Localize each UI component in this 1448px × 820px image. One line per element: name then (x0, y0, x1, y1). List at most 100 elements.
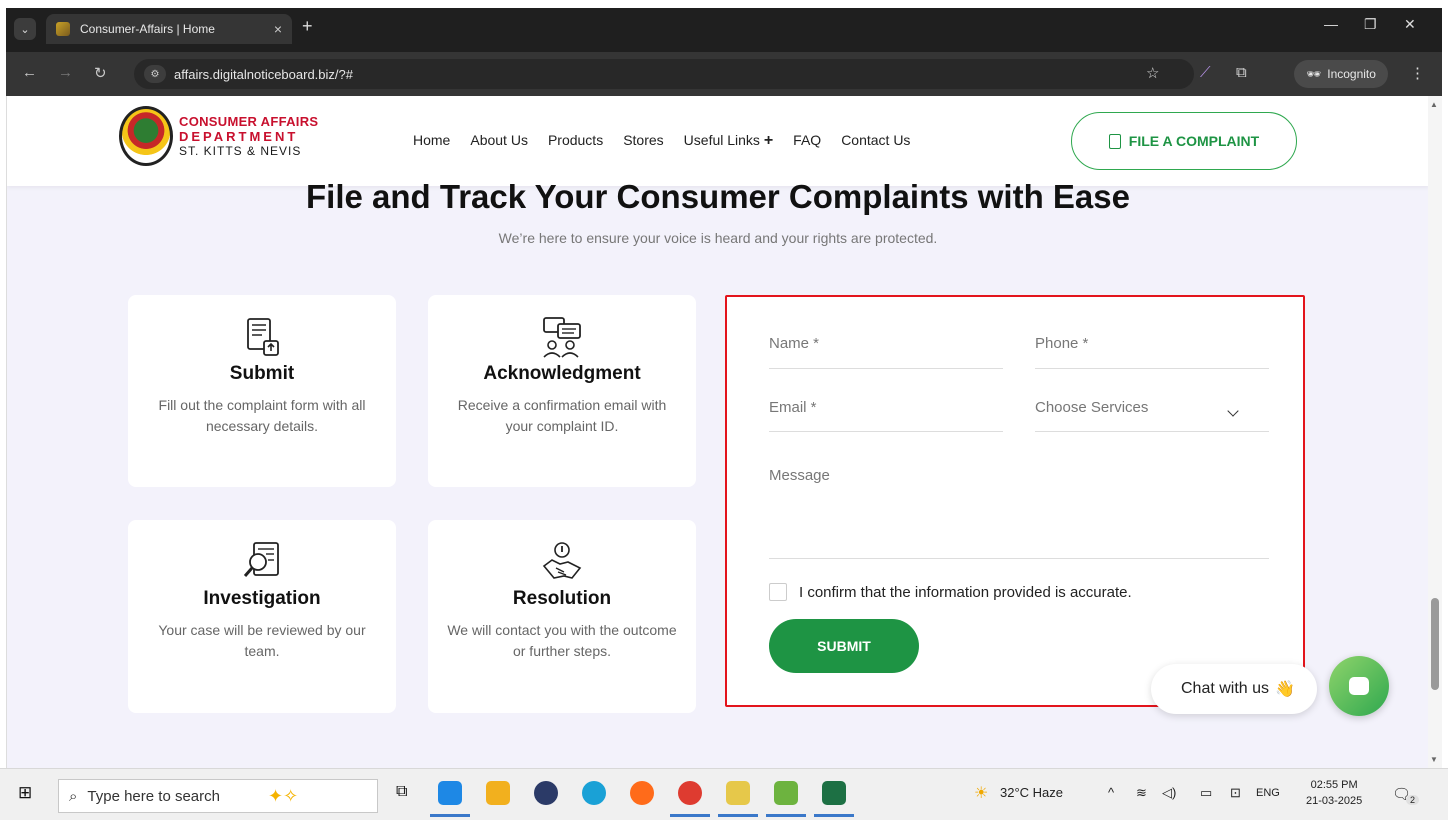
step-card-submit: Submit Fill out the complaint form with … (128, 295, 396, 487)
windows-taskbar: ⊞ ⌕ Type here to search ✦✧ ⧉ ☀ 32°C Haze… (0, 768, 1448, 820)
services-select[interactable]: Choose Services (1035, 399, 1269, 432)
nav-products[interactable]: Products (548, 132, 603, 150)
minimize-icon[interactable]: — (1324, 16, 1338, 32)
app-running-indicator (814, 814, 854, 817)
site-favicon-icon (56, 22, 70, 36)
sparkle-icon: ✦✧ (267, 785, 299, 806)
tab-close-icon[interactable]: × (274, 21, 282, 37)
chat-launcher-button[interactable] (1329, 656, 1389, 716)
chat-label: Chat with us (1181, 680, 1270, 697)
email-field[interactable]: Email * (769, 399, 1003, 432)
file-complaint-label: FILE A COMPLAINT (1128, 133, 1260, 149)
paint-app-icon[interactable] (726, 781, 750, 805)
chevron-down-icon (1227, 405, 1239, 417)
browser-toolbar: ← → ↻ ⚙ affairs.digitalnoticeboard.biz/?… (0, 52, 1448, 96)
close-window-icon[interactable]: ✕ (1404, 16, 1416, 33)
submit-button[interactable]: SUBMIT (769, 619, 919, 673)
skype-icon[interactable] (438, 781, 462, 805)
restore-icon[interactable]: ❐ (1364, 16, 1377, 33)
app-running-indicator (430, 814, 470, 817)
nav-useful-links[interactable]: Useful Links + (684, 132, 774, 150)
name-field[interactable]: Name * (769, 335, 1003, 369)
step-card-resolution: Resolution We will contact you with the … (428, 520, 696, 713)
main-nav: Home About Us Products Stores Useful Lin… (413, 132, 910, 150)
app-running-indicator (718, 814, 758, 817)
nav-faq[interactable]: FAQ (793, 132, 821, 150)
step-card-acknowledgment: Acknowledgment Receive a confirmation em… (428, 295, 696, 487)
language-indicator[interactable]: ENG (1256, 787, 1280, 799)
step-description: Fill out the complaint form with all nec… (158, 397, 366, 434)
handshake-icon (540, 540, 584, 584)
browser-tab[interactable]: Consumer-Affairs | Home × (46, 14, 292, 44)
new-tab-button[interactable]: + (302, 16, 313, 37)
reload-icon[interactable]: ↻ (94, 64, 107, 82)
incognito-icon: 🕶 (1306, 67, 1322, 81)
confirm-checkbox[interactable] (769, 583, 787, 601)
logo-line-2: DEPARTMENT (179, 129, 299, 144)
app-running-indicator (670, 814, 710, 817)
chat-with-us-bubble[interactable]: Chat with us 👋 (1151, 664, 1317, 714)
tab-title: Consumer-Affairs | Home (80, 22, 215, 36)
waving-hand-icon: 👋 (1275, 681, 1295, 698)
chat-bubble-icon (1349, 677, 1369, 695)
taskbar-clock[interactable]: 02:55 PM 21-03-2025 (1306, 777, 1362, 809)
eclipse-icon[interactable] (534, 781, 558, 805)
app-running-indicator (766, 814, 806, 817)
volume-icon[interactable]: ◁) (1162, 785, 1176, 801)
step-title: Investigation (203, 588, 321, 609)
confirm-label: I confirm that the information provided … (799, 584, 1132, 601)
windows-start-icon[interactable]: ⊞ (18, 783, 32, 803)
browser-menu-icon[interactable]: ⋮ (1410, 64, 1425, 82)
file-complaint-button[interactable]: FILE A COMPLAINT (1071, 112, 1297, 170)
weather-icon[interactable]: ☀ (974, 783, 988, 803)
weather-text[interactable]: 32°C Haze (1000, 785, 1063, 800)
page-subtitle: We’re here to ensure your voice is heard… (498, 230, 938, 246)
extension-feather-icon[interactable]: ⟋ (1200, 64, 1211, 81)
address-bar[interactable]: ⚙ affairs.digitalnoticeboard.biz/?# (134, 59, 1194, 89)
firefox-icon[interactable] (630, 781, 654, 805)
logo-line-3: ST. KITTS & NEVIS (179, 144, 302, 158)
taskbar-search[interactable]: ⌕ Type here to search ✦✧ (58, 779, 378, 813)
nav-about-us[interactable]: About Us (470, 132, 528, 150)
step-description: Receive a confirmation email with your c… (457, 397, 667, 434)
site-logo[interactable]: CONSUMER AFFAIRS DEPARTMENT ST. KITTS & … (119, 106, 318, 166)
battery-icon[interactable]: ▭ (1200, 785, 1212, 801)
incognito-badge[interactable]: 🕶 Incognito (1294, 60, 1388, 88)
site-info-icon[interactable]: ⚙ (144, 65, 166, 83)
edge-icon[interactable] (582, 781, 606, 805)
wifi-icon[interactable]: ≋ (1136, 785, 1147, 801)
nav-useful-links-label: Useful Links (683, 132, 760, 148)
excel-icon[interactable] (822, 781, 846, 805)
phone-field[interactable]: Phone * (1035, 335, 1269, 369)
step-description: Your case will be reviewed by our team. (158, 622, 366, 659)
scroll-up-icon[interactable]: ▲ (1430, 100, 1438, 109)
notepad-app-icon[interactable] (774, 781, 798, 805)
back-icon[interactable]: ← (22, 64, 37, 81)
scroll-down-icon[interactable]: ▼ (1430, 755, 1438, 764)
logo-emblem-icon (119, 106, 173, 166)
document-icon (1108, 133, 1121, 149)
step-card-investigation: Investigation Your case will be reviewed… (128, 520, 396, 713)
nav-contact-us[interactable]: Contact Us (841, 132, 910, 150)
logo-line-1: CONSUMER AFFAIRS (179, 114, 319, 129)
network-icon[interactable]: ⊡ (1230, 785, 1241, 801)
magnifier-document-icon (240, 540, 284, 584)
message-field[interactable]: Message (769, 467, 1269, 559)
scrollbar-thumb[interactable] (1431, 598, 1439, 690)
file-explorer-icon[interactable] (486, 781, 510, 805)
bookmark-star-icon[interactable]: ☆ (1146, 64, 1159, 82)
nav-home[interactable]: Home (413, 132, 450, 150)
site-header: CONSUMER AFFAIRS DEPARTMENT ST. KITTS & … (7, 96, 1429, 186)
step-title: Submit (229, 363, 295, 384)
forward-icon[interactable]: → (58, 64, 73, 81)
tab-search-button[interactable]: ⌄ (14, 18, 36, 40)
chrome-icon[interactable] (678, 781, 702, 805)
page-scrollbar[interactable]: ▲ ▼ (1428, 96, 1442, 768)
tray-chevron-up-icon[interactable]: ^ (1108, 785, 1114, 800)
clock-date: 21-03-2025 (1306, 795, 1363, 807)
document-upload-icon (240, 315, 284, 359)
notification-count-badge: 2 (1406, 795, 1420, 805)
task-view-icon[interactable]: ⧉ (396, 783, 407, 801)
extensions-puzzle-icon[interactable]: ⧉ (1236, 64, 1247, 81)
nav-stores[interactable]: Stores (623, 132, 663, 150)
